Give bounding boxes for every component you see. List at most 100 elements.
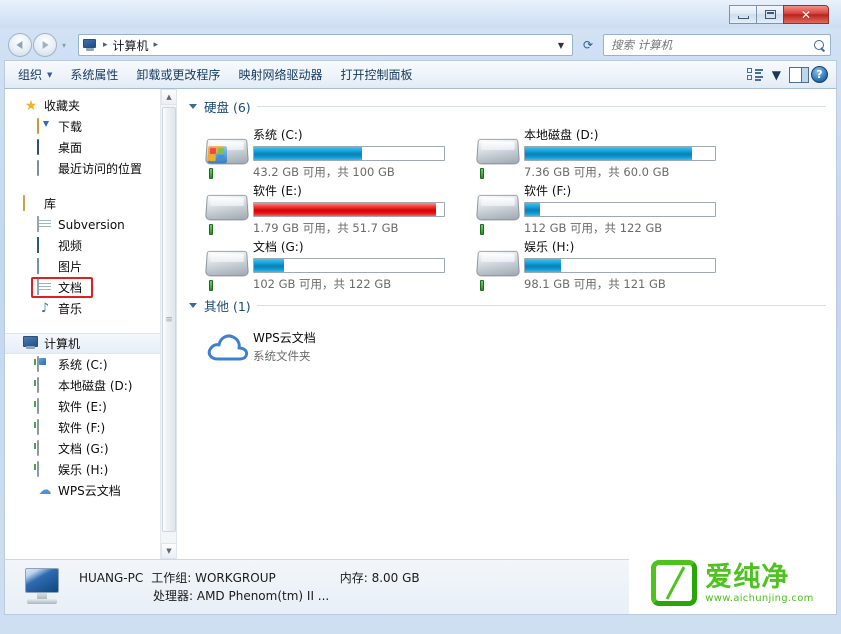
- sidebar-item-libraries-label: 库: [44, 197, 57, 211]
- drive-tile-e-name: 软件 (E:): [253, 184, 302, 198]
- nav-spacer-2: [5, 321, 176, 333]
- library-icon: [23, 194, 39, 212]
- watermark-brand: 爱纯净: [705, 561, 790, 593]
- drive-icon: [37, 439, 53, 457]
- drive-tile-g[interactable]: 文档 (G:) 102 GB 可用，共 122 GB: [189, 234, 460, 291]
- drive-tile-f-usage-fill: [525, 203, 541, 216]
- help-icon[interactable]: ?: [811, 66, 828, 83]
- sidebar-item-pictures[interactable]: 图片: [5, 256, 176, 277]
- drive-tile-h-name: 娱乐 (H:): [524, 240, 575, 254]
- toolbar-item-map-network-drive[interactable]: 映射网络驱动器: [229, 63, 331, 86]
- drive-tile-c[interactable]: 系统 (C:) 43.2 GB 可用，共 100 GB: [189, 122, 460, 179]
- toolbar-item-system-properties[interactable]: 系统属性: [61, 63, 127, 86]
- toolbar-item-uninstall-change-program[interactable]: 卸载或更改程序: [127, 63, 229, 86]
- drive-tile-e[interactable]: 软件 (E:) 1.79 GB 可用，共 51.7 GB: [189, 178, 460, 235]
- forward-button[interactable]: [33, 33, 57, 57]
- toolbar-item-organize-label: 组织: [18, 68, 43, 82]
- sidebar-item-favorites[interactable]: ★ 收藏夹: [5, 95, 176, 116]
- drive-icon: [37, 418, 53, 436]
- group-header-other-label: 其他 (1): [204, 299, 251, 314]
- group-header-other[interactable]: 其他 (1): [189, 296, 826, 315]
- collapse-triangle-icon[interactable]: [189, 303, 197, 308]
- drive-tile-f[interactable]: 软件 (F:) 112 GB 可用，共 122 GB: [460, 178, 731, 235]
- sidebar-item-drive-h[interactable]: 娱乐 (H:): [5, 459, 176, 480]
- drive-tile-h[interactable]: 娱乐 (H:) 98.1 GB 可用，共 121 GB: [460, 234, 731, 291]
- drive-tile-d[interactable]: 本地磁盘 (D:) 7.36 GB 可用，共 60.0 GB: [460, 122, 731, 179]
- hard-drive-icon: [474, 188, 524, 235]
- refresh-button[interactable]: ⟳: [577, 34, 599, 56]
- sidebar-item-videos[interactable]: 视频: [5, 235, 176, 256]
- sidebar-item-subversion[interactable]: Subversion: [5, 214, 176, 235]
- drive-tile-d-name: 本地磁盘 (D:): [524, 128, 599, 142]
- sidebar-item-computer[interactable]: 计算机: [5, 333, 176, 354]
- close-icon: ✕: [800, 7, 812, 22]
- toolbar-item-organize[interactable]: 组织 ▼: [9, 63, 61, 86]
- drive-tile-e-usage-bar: [253, 202, 445, 217]
- maximize-button[interactable]: [756, 5, 783, 24]
- toolbar-right-group: ▼ ?: [746, 66, 832, 84]
- sidebar-item-desktop-label: 桌面: [58, 141, 83, 155]
- toolbar-item-uninstall-change-program-label: 卸载或更改程序: [136, 68, 221, 82]
- scroll-up-button[interactable]: ▲: [161, 89, 176, 105]
- other-tile-grid: WPS云文档 系统文件夹: [189, 321, 826, 367]
- search-box[interactable]: [603, 34, 831, 56]
- collapse-triangle-icon[interactable]: [189, 104, 197, 109]
- cloud-icon: ☁: [38, 482, 52, 498]
- sidebar-item-favorites-label: 收藏夹: [44, 99, 81, 113]
- scroll-down-button[interactable]: ▼: [161, 543, 176, 559]
- nav-group-libraries: 库 Subversion 视频 图片 文档 ♪ 音乐: [5, 193, 176, 319]
- drive-tile-e-usage-fill: [254, 203, 437, 216]
- group-header-rule: [256, 106, 826, 107]
- sidebar-item-documents[interactable]: 文档: [5, 277, 176, 298]
- back-button[interactable]: [8, 33, 32, 57]
- computer-icon: [23, 336, 39, 352]
- navigation-pane: ★ 收藏夹 下载 桌面 最近访问的位置 库 Subversion 视频 图片 文…: [5, 89, 177, 559]
- document-icon: [37, 215, 53, 233]
- search-icon[interactable]: [813, 39, 826, 52]
- breadcrumb[interactable]: ▸ 计算机 ▸ ▼: [78, 34, 573, 56]
- desktop-icon: [37, 138, 53, 156]
- sidebar-item-drive-f[interactable]: 软件 (F:): [5, 417, 176, 438]
- navigation-pane-scrollbar[interactable]: ▲ ▼: [160, 89, 176, 559]
- sidebar-item-drive-e[interactable]: 软件 (E:): [5, 396, 176, 417]
- maximize-icon: [764, 10, 776, 19]
- group-header-hard-disks[interactable]: 硬盘 (6): [189, 97, 826, 116]
- sidebar-item-downloads[interactable]: 下载: [5, 116, 176, 137]
- tile-wps-cloud-subtitle: 系统文件夹: [253, 349, 311, 363]
- scrollbar-thumb[interactable]: [162, 107, 176, 532]
- sidebar-item-drive-d[interactable]: 本地磁盘 (D:): [5, 375, 176, 396]
- chevron-down-icon[interactable]: ▼: [554, 41, 570, 50]
- close-button[interactable]: ✕: [783, 5, 829, 24]
- toolbar-item-map-network-drive-label: 映射网络驱动器: [238, 68, 323, 82]
- breadcrumb-item-computer[interactable]: 计算机: [111, 37, 151, 54]
- view-options-chevron-down-icon[interactable]: ▼: [766, 66, 787, 84]
- sidebar-item-drive-g[interactable]: 文档 (G:): [5, 438, 176, 459]
- sidebar-item-wps-cloud[interactable]: ☁ WPS云文档: [5, 480, 176, 501]
- sidebar-item-recent-places[interactable]: 最近访问的位置: [5, 158, 176, 179]
- sidebar-item-drive-h-label: 娱乐 (H:): [58, 463, 109, 477]
- sidebar-item-wps-cloud-label: WPS云文档: [58, 484, 121, 498]
- search-input[interactable]: [611, 38, 813, 52]
- view-list-icon[interactable]: [746, 67, 764, 82]
- tile-wps-cloud[interactable]: WPS云文档 系统文件夹: [189, 321, 460, 367]
- sidebar-item-drive-c-label: 系统 (C:): [58, 358, 108, 372]
- history-dropdown-button[interactable]: ▾: [58, 35, 70, 55]
- cloud-icon: [203, 327, 253, 367]
- computer-icon: [19, 566, 67, 608]
- tile-wps-cloud-name: WPS云文档: [253, 331, 316, 345]
- drive-icon: [37, 376, 53, 394]
- window-controls: ✕: [729, 5, 829, 24]
- sidebar-item-music[interactable]: ♪ 音乐: [5, 298, 176, 319]
- sidebar-item-libraries[interactable]: 库: [5, 193, 176, 214]
- breadcrumb-separator-2[interactable]: ▸: [151, 40, 162, 50]
- preview-pane-icon[interactable]: [789, 66, 809, 83]
- video-icon: [37, 236, 53, 254]
- aichunjing-logo-icon: [651, 560, 698, 606]
- drive-tile-c-usage-fill: [254, 147, 363, 160]
- sidebar-item-desktop[interactable]: 桌面: [5, 137, 176, 158]
- toolbar-item-open-control-panel[interactable]: 打开控制面板: [331, 63, 421, 86]
- drive-tile-g-name: 文档 (G:): [253, 240, 304, 254]
- chevron-down-icon: ▼: [47, 70, 53, 79]
- minimize-button[interactable]: [729, 5, 756, 24]
- sidebar-item-drive-c[interactable]: 系统 (C:): [5, 354, 176, 375]
